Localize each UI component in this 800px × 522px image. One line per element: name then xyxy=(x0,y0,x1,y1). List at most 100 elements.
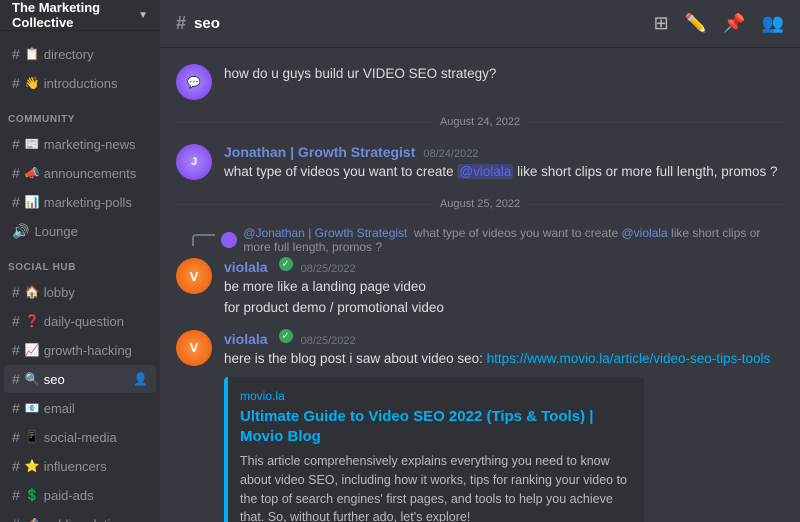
sidebar-item-growth-hacking[interactable]: # 📈 growth-hacking xyxy=(4,336,156,364)
verified-icon-2 xyxy=(279,329,293,343)
sidebar-item-label: paid-ads xyxy=(44,488,94,503)
hash-icon: # xyxy=(12,458,20,474)
mention-jonathan[interactable]: @Jonathan | Growth Strategist xyxy=(243,226,407,240)
date-text: August 24, 2022 xyxy=(440,116,520,128)
reply-text: @Jonathan | Growth Strategist what type … xyxy=(243,226,784,254)
avatar: 💬 xyxy=(176,64,212,100)
sidebar-item-marketing-news[interactable]: # 📰 marketing-news xyxy=(4,130,156,158)
sidebar-item-lobby[interactable]: # 🏠 lobby xyxy=(4,278,156,306)
sidebar-item-influencers[interactable]: # ⭐ influencers xyxy=(4,452,156,480)
hash-icon: # xyxy=(12,400,20,416)
divider-line xyxy=(176,204,432,205)
sidebar: The Marketing Collective ▼ # 📋 directory… xyxy=(0,0,160,522)
hash-icon: # xyxy=(12,284,20,300)
sidebar-item-public-relations[interactable]: # 📣 public-relations xyxy=(4,510,156,522)
sidebar-item-lounge[interactable]: 🔊 Lounge xyxy=(4,217,156,245)
sidebar-item-label: growth-hacking xyxy=(44,343,132,358)
link-preview-title[interactable]: Ultimate Guide to Video SEO 2022 (Tips &… xyxy=(240,407,632,446)
mention-violala[interactable]: @violala xyxy=(457,164,513,179)
hash-icon: # xyxy=(12,46,20,62)
server-header[interactable]: The Marketing Collective ▼ xyxy=(0,0,160,31)
mention-violala2[interactable]: @violala xyxy=(622,226,668,240)
message-content-violala-link: violala 08/25/2022 here is the blog post… xyxy=(224,330,784,522)
speaker-icon: 🔊 xyxy=(12,223,29,240)
sidebar-item-social-media[interactable]: # 📱 social-media xyxy=(4,423,156,451)
sidebar-item-label: social-media xyxy=(44,430,117,445)
hash-icon: # xyxy=(12,371,20,387)
message-text-link-intro: here is the blog post i saw about video … xyxy=(224,349,784,369)
section-community: COMMUNITY xyxy=(0,98,160,129)
link-preview-description: This article comprehensively explains ev… xyxy=(240,452,632,522)
sidebar-item-label: influencers xyxy=(44,459,107,474)
reply-line xyxy=(192,234,215,246)
hash-icon: # xyxy=(12,342,20,358)
hash-icon: # xyxy=(12,487,20,503)
message-content-violala: violala 08/25/2022 be more like a landin… xyxy=(224,258,784,318)
divider-line xyxy=(528,122,784,123)
message-meta: Jonathan | Growth Strategist 08/24/2022 xyxy=(224,144,784,160)
sidebar-item-directory[interactable]: # 📋 directory xyxy=(4,40,156,68)
pencil-icon[interactable]: ✏️ xyxy=(685,13,707,34)
sidebar-item-label: public-relations xyxy=(44,517,131,522)
sidebar-item-daily-question[interactable]: # ❓ daily-question xyxy=(4,307,156,335)
sidebar-item-paid-ads[interactable]: # 💲 paid-ads xyxy=(4,481,156,509)
sidebar-item-marketing-polls[interactable]: # 📊 marketing-polls xyxy=(4,188,156,216)
timestamp-violala: 08/25/2022 xyxy=(301,263,356,275)
reply-indicator: @Jonathan | Growth Strategist what type … xyxy=(176,226,784,254)
sidebar-item-email[interactable]: # 📧 email xyxy=(4,394,156,422)
link-url[interactable]: https://www.movio.la/article/video-seo-t… xyxy=(487,351,771,366)
message-text-wrap: how do u guys build ur VIDEO SEO strateg… xyxy=(224,64,496,100)
channel-header-left: # seo xyxy=(176,13,220,34)
sidebar-item-label: Lounge xyxy=(34,224,77,239)
hash-icon: # xyxy=(12,429,20,445)
hash-icon: # xyxy=(12,313,20,329)
hash-icon: # xyxy=(12,516,20,522)
server-name: The Marketing Collective xyxy=(12,0,138,30)
pin-icon[interactable]: 📌 xyxy=(723,13,745,34)
messages-area: 💬 how do u guys build ur VIDEO SEO strat… xyxy=(160,48,800,522)
message-content-jonathan: Jonathan | Growth Strategist 08/24/2022 … xyxy=(224,144,784,182)
channel-header-right: ⊞ ✏️ 📌 👥 xyxy=(654,13,784,34)
reply-avatar xyxy=(221,232,237,248)
message-group-violala-reply: @Jonathan | Growth Strategist what type … xyxy=(176,226,784,318)
sidebar-item-label: directory xyxy=(44,47,94,62)
username-violala-2[interactable]: violala xyxy=(224,331,268,347)
channel-header: # seo ⊞ ✏️ 📌 👥 xyxy=(160,0,800,48)
sidebar-item-label: lobby xyxy=(44,285,75,300)
avatar-jonathan: J xyxy=(176,144,212,180)
sidebar-item-label: marketing-news xyxy=(44,137,136,152)
verified-icon xyxy=(279,257,293,271)
message-text: how do u guys build ur VIDEO SEO strateg… xyxy=(224,64,496,84)
message-group-jonathan: J Jonathan | Growth Strategist 08/24/202… xyxy=(176,144,784,182)
sidebar-item-announcements[interactable]: # 📣 announcements xyxy=(4,159,156,187)
username-jonathan[interactable]: Jonathan | Growth Strategist xyxy=(224,144,415,160)
members-icon[interactable]: 👥 xyxy=(762,13,784,34)
sidebar-item-label: email xyxy=(44,401,75,416)
avatar-violala-2: V xyxy=(176,330,212,366)
link-preview-card: movio.la Ultimate Guide to Video SEO 202… xyxy=(224,377,644,522)
message-group-violala: V violala 08/25/2022 be more like a land… xyxy=(176,258,784,318)
link-preview-source: movio.la xyxy=(240,389,632,403)
hash-icon: # xyxy=(12,75,20,91)
sidebar-item-introductions[interactable]: # 👋 introductions xyxy=(4,69,156,97)
hash-icon: # xyxy=(12,165,20,181)
grid-icon[interactable]: ⊞ xyxy=(654,13,669,34)
channel-hash-icon: # xyxy=(176,13,186,34)
divider-line xyxy=(176,122,432,123)
hash-icon: # xyxy=(12,194,20,210)
sidebar-item-label: introductions xyxy=(44,76,118,91)
main-content: # seo ⊞ ✏️ 📌 👥 💬 how do u guys build ur … xyxy=(160,0,800,522)
message-text-violala-1: be more like a landing page video xyxy=(224,277,784,297)
divider-line xyxy=(528,204,784,205)
date-divider-aug25: August 25, 2022 xyxy=(176,198,784,210)
message-text-violala-2: for product demo / promotional video xyxy=(224,298,784,318)
section-social-hub: SOCIAL HUB xyxy=(0,246,160,277)
date-text-aug25: August 25, 2022 xyxy=(440,198,520,210)
sidebar-item-seo[interactable]: # 🔍 seo 👤 xyxy=(4,365,156,393)
message-meta-violala: violala 08/25/2022 xyxy=(224,258,784,275)
hash-icon: # xyxy=(12,136,20,152)
username-violala[interactable]: violala xyxy=(224,259,268,275)
sidebar-item-label: announcements xyxy=(44,166,137,181)
timestamp: 08/24/2022 xyxy=(423,148,478,160)
user-icon: 👤 xyxy=(133,372,148,386)
